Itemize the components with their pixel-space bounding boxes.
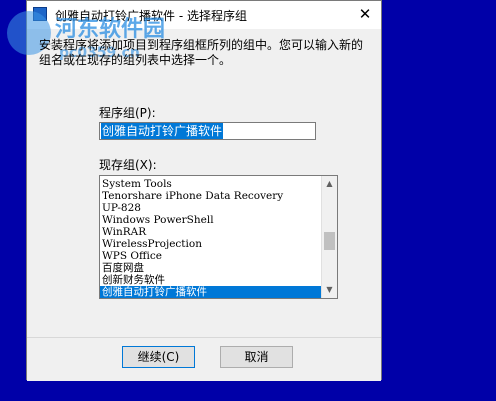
button-bar: 继续(C) 取消: [27, 337, 381, 381]
program-group-input[interactable]: 创雅自动打铃广播软件: [99, 122, 316, 140]
title-bar[interactable]: 创雅自动打铃广播软件 - 选择程序组 ✕: [27, 1, 381, 29]
scroll-down-icon[interactable]: ▼: [322, 282, 337, 298]
cancel-button[interactable]: 取消: [220, 346, 293, 368]
list-item[interactable]: Tenorshare iPhone Data Recovery: [100, 190, 322, 202]
continue-button[interactable]: 继续(C): [122, 346, 195, 368]
list-item[interactable]: Windows PowerShell: [100, 214, 322, 226]
list-item[interactable]: 创雅自动打铃广播软件: [100, 286, 322, 298]
scroll-thumb[interactable]: [324, 232, 335, 250]
list-items: System Tools Tenorshare iPhone Data Recov…: [100, 178, 322, 298]
dialog-window: 创雅自动打铃广播软件 - 选择程序组 ✕ 河东软件园 pc0359.cn 安装程…: [7, 0, 382, 381]
window-title: 创雅自动打铃广播软件 - 选择程序组: [55, 9, 247, 23]
list-item[interactable]: WPS Office: [100, 250, 322, 262]
list-item[interactable]: WinRAR: [100, 226, 322, 238]
list-item[interactable]: System Tools: [100, 178, 322, 190]
list-item[interactable]: UP-828: [100, 202, 322, 214]
existing-groups-list[interactable]: System Tools Tenorshare iPhone Data Recov…: [99, 175, 338, 299]
list-item[interactable]: 百度网盘: [100, 262, 322, 274]
close-button[interactable]: ✕: [355, 5, 375, 23]
vertical-scrollbar[interactable]: ▲ ▼: [321, 176, 337, 298]
app-icon: [33, 7, 47, 21]
instructions-text: 安装程序将添加项目到程序组框所列的组中。您可以输入新的组名或在现存的组列表中选择…: [39, 38, 364, 67]
program-group-value: 创雅自动打铃广播软件: [101, 123, 224, 139]
list-item[interactable]: 创新财务软件: [100, 274, 322, 286]
program-group-label: 程序组(P):: [99, 106, 156, 120]
existing-groups-label: 现存组(X):: [99, 158, 157, 172]
scroll-up-icon[interactable]: ▲: [322, 176, 337, 192]
list-item[interactable]: WirelessProjection: [100, 238, 322, 250]
